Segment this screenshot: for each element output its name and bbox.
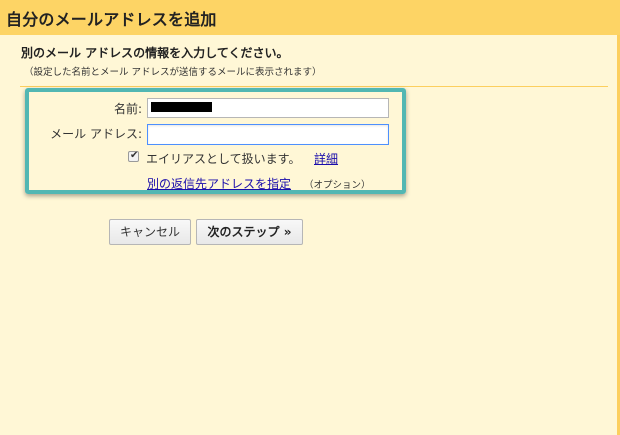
next-step-button[interactable]: 次のステップ » xyxy=(196,219,303,245)
dialog-title: 自分のメールアドレスを追加 xyxy=(6,10,217,29)
name-label: 名前: xyxy=(113,102,142,116)
email-input[interactable] xyxy=(147,124,389,145)
optional-note: （オプション） xyxy=(304,180,371,191)
email-label: メール アドレス: xyxy=(50,127,142,141)
checkmark-icon: ✔ xyxy=(130,150,139,161)
form-heading: 別のメール アドレスの情報を入力してください。 xyxy=(21,46,289,60)
redacted-name xyxy=(151,102,212,112)
details-link[interactable]: 詳細 xyxy=(314,150,338,167)
divider xyxy=(20,86,608,87)
form-subheading: （設定した名前とメール アドレスが送信するメールに表示されます） xyxy=(24,67,322,78)
reply-to-link[interactable]: 別の返信先アドレスを指定 xyxy=(147,175,291,192)
dialog-title-bar: 自分のメールアドレスを追加 xyxy=(0,0,620,35)
alias-checkbox[interactable]: ✔ xyxy=(128,150,139,162)
alias-checkbox-label: エイリアスとして扱います。 xyxy=(146,152,301,166)
cancel-button[interactable]: キャンセル xyxy=(109,219,191,245)
add-email-dialog: 自分のメールアドレスを追加 別のメール アドレスの情報を入力してください。 （設… xyxy=(0,0,620,435)
